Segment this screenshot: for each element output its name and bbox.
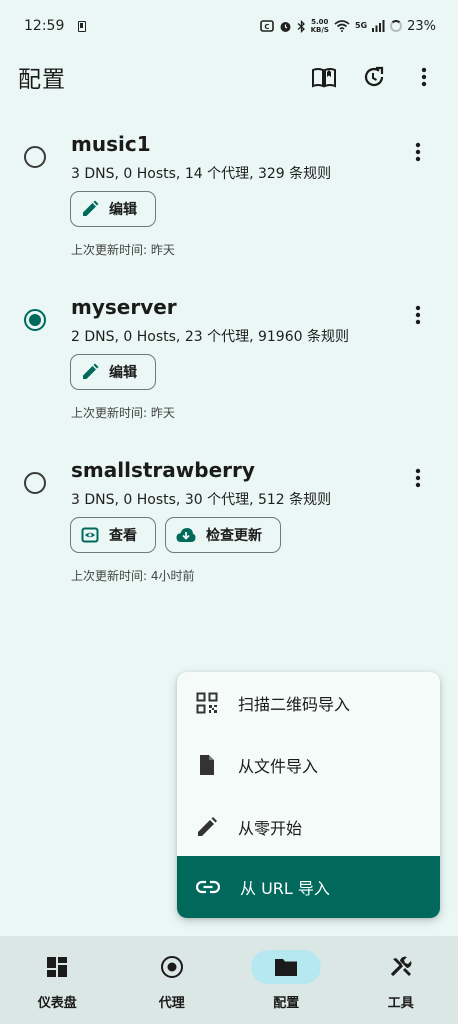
menu-item-label: 从零开始 bbox=[238, 819, 303, 838]
edit-icon bbox=[83, 363, 99, 379]
history-button[interactable] bbox=[358, 61, 390, 93]
net-speed-unit: KB/S bbox=[310, 26, 329, 34]
nav-item-profiles[interactable]: 配置 bbox=[229, 936, 344, 1024]
more-vert-icon[interactable] bbox=[408, 140, 428, 164]
network-type: 5G bbox=[354, 21, 368, 30]
top-app-bar: 配置 bbox=[0, 52, 458, 102]
profile-stats: 3 DNS, 0 Hosts, 14 个代理, 329 条规则 bbox=[71, 166, 332, 182]
profile-radio[interactable] bbox=[24, 146, 46, 168]
qr-code-icon bbox=[196, 692, 218, 714]
menu-item-label: 从文件导入 bbox=[238, 757, 319, 776]
edit-icon bbox=[83, 200, 99, 216]
book-button[interactable] bbox=[308, 61, 340, 93]
import-menu: 扫描二维码导入 从文件导入 从零开始 从 URL 导入 bbox=[177, 672, 440, 918]
nav-label: 仪表盘 bbox=[37, 996, 77, 1011]
profile-name: myserver bbox=[71, 295, 177, 319]
tools-icon bbox=[390, 956, 412, 977]
profile-name: music1 bbox=[71, 132, 151, 156]
more-vert-icon bbox=[421, 67, 427, 87]
profile-radio-selected[interactable] bbox=[24, 309, 46, 331]
nav-pill-active bbox=[251, 950, 322, 984]
nfc-icon: C bbox=[259, 20, 274, 32]
alarm-icon bbox=[280, 21, 291, 32]
menu-item-from-scratch[interactable]: 从零开始 bbox=[177, 796, 440, 858]
edit-button[interactable]: 编辑 bbox=[70, 191, 156, 227]
sim-card-icon bbox=[78, 20, 87, 32]
view-button-label: 查看 bbox=[109, 528, 137, 544]
svg-text:C: C bbox=[264, 23, 269, 31]
folder-icon bbox=[275, 959, 298, 976]
link-icon bbox=[196, 880, 220, 894]
menu-item-label: 从 URL 导入 bbox=[240, 879, 330, 898]
nav-pill bbox=[366, 950, 436, 984]
profile-card[interactable]: music1 3 DNS, 0 Hosts, 14 个代理, 329 条规则 编… bbox=[0, 130, 458, 265]
nav-item-proxy[interactable]: 代理 bbox=[115, 936, 230, 1024]
bottom-navigation: 仪表盘 代理 配置 工具 bbox=[0, 936, 458, 1024]
nav-label: 工具 bbox=[387, 996, 414, 1011]
app-bar-actions bbox=[308, 61, 440, 93]
last-updated: 上次更新时间: 昨天 bbox=[71, 406, 175, 420]
last-updated: 上次更新时间: 昨天 bbox=[71, 243, 175, 257]
profile-card[interactable]: smallstrawberry 3 DNS, 0 Hosts, 30 个代理, … bbox=[0, 456, 458, 591]
menu-item-label: 扫描二维码导入 bbox=[238, 695, 351, 714]
battery-level: 23% bbox=[407, 18, 436, 34]
view-icon bbox=[81, 527, 99, 543]
view-button[interactable]: 查看 bbox=[70, 517, 156, 553]
check-update-button-label: 检查更新 bbox=[206, 528, 262, 544]
proxy-icon bbox=[160, 956, 183, 978]
cloud-download-icon bbox=[176, 528, 196, 542]
nav-label: 代理 bbox=[158, 996, 185, 1011]
net-speed: 5.00 KB/S bbox=[311, 18, 329, 34]
nav-item-tools[interactable]: 工具 bbox=[344, 936, 458, 1024]
nav-item-dashboard[interactable]: 仪表盘 bbox=[0, 936, 115, 1024]
profile-stats: 3 DNS, 0 Hosts, 30 个代理, 512 条规则 bbox=[71, 492, 332, 508]
nav-pill bbox=[137, 950, 207, 984]
check-update-button[interactable]: 检查更新 bbox=[165, 517, 281, 553]
dashboard-icon bbox=[47, 957, 68, 977]
net-speed-value: 5.00 bbox=[311, 18, 329, 26]
overflow-menu-button[interactable] bbox=[408, 61, 440, 93]
pencil-icon bbox=[198, 817, 217, 836]
status-icons: C 5.00 KB/S 5G 23% bbox=[259, 18, 436, 34]
last-updated: 上次更新时间: 4小时前 bbox=[71, 569, 195, 583]
status-time: 12:59 bbox=[24, 18, 65, 34]
file-icon bbox=[200, 755, 214, 775]
edit-button-label: 编辑 bbox=[109, 202, 137, 218]
edit-button[interactable]: 编辑 bbox=[70, 354, 156, 390]
nav-label: 配置 bbox=[273, 996, 300, 1011]
page-title: 配置 bbox=[18, 67, 66, 93]
book-icon bbox=[312, 68, 336, 88]
wifi-icon bbox=[334, 20, 350, 32]
bluetooth-icon bbox=[297, 19, 305, 33]
more-vert-icon[interactable] bbox=[408, 303, 428, 327]
profile-name: smallstrawberry bbox=[71, 458, 255, 482]
profile-stats: 2 DNS, 0 Hosts, 23 个代理, 91960 条规则 bbox=[71, 329, 349, 345]
nav-pill bbox=[22, 950, 92, 984]
menu-item-import-url[interactable]: 从 URL 导入 bbox=[177, 856, 440, 918]
signal-icon bbox=[372, 20, 385, 32]
menu-item-import-file[interactable]: 从文件导入 bbox=[177, 734, 440, 796]
more-vert-icon[interactable] bbox=[408, 466, 428, 490]
status-bar: 12:59 C 5.00 KB/S 5G 23% bbox=[0, 0, 458, 52]
menu-item-scan-qr[interactable]: 扫描二维码导入 bbox=[177, 672, 440, 734]
profile-radio[interactable] bbox=[24, 472, 46, 494]
battery-icon bbox=[390, 20, 403, 32]
history-icon bbox=[364, 66, 384, 87]
profile-card[interactable]: myserver 2 DNS, 0 Hosts, 23 个代理, 91960 条… bbox=[0, 293, 458, 428]
edit-button-label: 编辑 bbox=[109, 365, 137, 381]
